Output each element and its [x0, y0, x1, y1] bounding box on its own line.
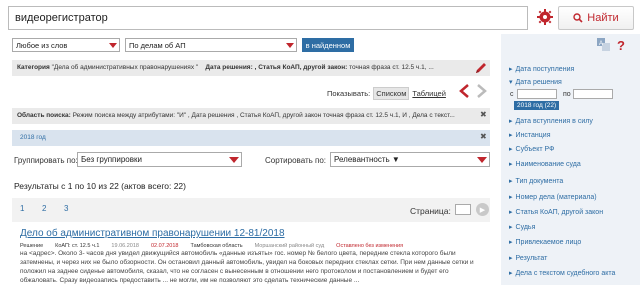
sorting-label: Сортировать по:	[265, 156, 327, 165]
sidebar-item-court-name[interactable]: ▸ Наименование суда	[509, 160, 581, 169]
date-from-input[interactable]	[517, 89, 557, 99]
view-mode-label: Показывать:	[327, 89, 371, 98]
page-link-3[interactable]: 3	[64, 204, 68, 213]
gear-icon[interactable]	[537, 9, 553, 25]
chevron-down-icon	[229, 157, 239, 163]
page-number-label: Страница:	[410, 206, 451, 216]
sidebar-item-case-number[interactable]: ▸ Номер дела (материала)	[509, 193, 597, 202]
chevron-right-icon: ▸	[509, 178, 513, 185]
year-facet-chip[interactable]: 2018 год (22)	[514, 101, 560, 110]
chevron-right-icon: ▸	[509, 255, 513, 262]
page-link-1[interactable]: 1	[20, 204, 24, 213]
grouping-value: Без группировки	[81, 155, 142, 164]
svg-text:A: A	[599, 41, 603, 47]
date-label: Дата решения:	[205, 64, 253, 71]
sidebar-item-with-text[interactable]: ▸ Дела с текстом судебного акта	[509, 269, 616, 278]
search-scope-value: По делам об АП	[129, 41, 186, 50]
svg-text:?: ?	[617, 38, 625, 52]
find-button-label: Найти	[587, 12, 619, 24]
page-go-button[interactable]: ▶	[476, 203, 489, 216]
date-to-input[interactable]	[573, 89, 613, 99]
category-filter-row: Категория "Дела об административных прав…	[12, 60, 490, 76]
date-to-label: по	[563, 91, 571, 98]
search-area-label: Область поиска:	[17, 112, 71, 119]
sidebar-item-label: Дата вступления в силу	[515, 117, 593, 125]
sidebar-item-label: Судья	[515, 223, 536, 231]
sidebar-item-label: Инстанция	[515, 131, 551, 139]
sorting-select[interactable]: Релевантность ▼	[330, 152, 490, 167]
category-label: Категория	[17, 64, 50, 71]
close-icon[interactable]: ✖	[480, 132, 487, 141]
page-number-input[interactable]	[455, 204, 471, 215]
close-icon[interactable]: ✖	[480, 110, 487, 119]
chevron-right-icon: ▸	[509, 194, 513, 201]
chevron-right-icon: ▸	[509, 209, 513, 216]
help-icon[interactable]: ?	[616, 38, 626, 52]
arrow-left-icon[interactable]	[459, 84, 471, 98]
find-button[interactable]: Найти	[558, 6, 634, 30]
chevron-right-icon: ▸	[509, 118, 513, 125]
sidebar-item-judge[interactable]: ▸ Судья	[509, 223, 536, 232]
chevron-right-icon: ▸	[509, 161, 513, 168]
sorting-value: Релевантность ▼	[334, 155, 400, 164]
sidebar-item-effective-date[interactable]: ▸ Дата вступления в силу	[509, 117, 593, 126]
search-scope-select[interactable]: По делам об АП	[125, 38, 297, 52]
search-input[interactable]: видеорегистратор	[8, 6, 528, 30]
grouping-select[interactable]: Без группировки	[77, 152, 242, 167]
law-value: точная фраза ст. 12.5 ч.1, ...	[349, 64, 434, 71]
sidebar-item-receipt-date[interactable]: ▸ Дата поступления	[509, 65, 575, 74]
sidebar-item-label: Дата поступления	[515, 65, 575, 73]
sidebar-item-label: Тип документа	[515, 177, 564, 185]
view-table-button[interactable]: Таблицей	[412, 89, 446, 98]
search-area-value: Режим поиска между атрибутами: "И" , Дат…	[72, 112, 455, 119]
pencil-icon[interactable]	[474, 61, 488, 75]
chevron-right-icon: ▸	[509, 132, 513, 139]
sidebar-item-result[interactable]: ▸ Результат	[509, 254, 548, 263]
translate-icon[interactable]: A	[597, 38, 610, 51]
sidebar-item-label: Номер дела (материала)	[515, 193, 597, 201]
sidebar-item-person[interactable]: ▸ Привлекаемое лицо	[509, 238, 582, 247]
sidebar-item-label: Субъект РФ	[515, 145, 555, 153]
sidebar-item-region[interactable]: ▸ Субъект РФ	[509, 145, 555, 154]
arrow-right-icon[interactable]	[475, 84, 487, 98]
result-title-link[interactable]: Дело об административном правонарушении …	[20, 228, 285, 239]
search-icon	[573, 13, 583, 23]
sidebar-item-label: Наименование суда	[515, 160, 581, 168]
sidebar-item-label: Статья КоАП, другой закон	[515, 208, 604, 216]
chevron-right-icon: ▸	[509, 239, 513, 246]
sidebar-item-article[interactable]: ▸ Статья КоАП, другой закон	[509, 208, 604, 217]
sidebar-item-document-type[interactable]: ▸ Тип документа	[509, 177, 564, 186]
grouping-label: Группировать по:	[14, 156, 78, 165]
chevron-right-icon: ▸	[509, 146, 513, 153]
law-label: , Статья КоАП, другой закон:	[254, 64, 348, 71]
sidebar-item-label: Дела с текстом судебного акта	[515, 269, 616, 277]
year-filter-value: 2018 год	[20, 134, 46, 141]
sidebar-item-instance[interactable]: ▸ Инстанция	[509, 131, 551, 140]
view-mode-row: Показывать: Списком Таблицей	[327, 87, 446, 100]
sidebar-item-decision-date[interactable]: ▾ Дата решения	[509, 78, 562, 87]
result-snippet: на <адрес>. Около 3- часов дня увидел дв…	[20, 250, 474, 284]
date-from-label: с	[510, 91, 514, 98]
sidebar-item-label: Привлекаемое лицо	[515, 238, 582, 246]
sidebar-item-label: Результат	[515, 254, 548, 262]
chevron-right-icon: ▸	[509, 270, 513, 277]
sidebar-item-label: Дата решения	[515, 78, 562, 86]
chevron-down-icon	[286, 43, 294, 48]
results-count: Результаты с 1 по 10 из 22 (актов всего:…	[14, 181, 186, 191]
search-mode-value: Любое из слов	[16, 41, 68, 50]
page-link-2[interactable]: 2	[42, 204, 46, 213]
sidebar-tools: A ?	[597, 38, 626, 52]
chevron-down-icon	[477, 157, 487, 163]
chevron-down-icon: ▾	[509, 79, 513, 86]
category-value: "Дела об административных правонарушения…	[51, 64, 199, 71]
chevron-down-icon	[109, 43, 117, 48]
search-mode-select[interactable]: Любое из слов	[12, 38, 120, 52]
view-list-button[interactable]: Списком	[373, 87, 410, 100]
year-filter-row: 2018 год	[12, 130, 490, 146]
search-in-found-button[interactable]: в найденном	[302, 38, 354, 52]
chevron-right-icon: ▸	[509, 66, 513, 73]
chevron-right-icon: ▸	[509, 224, 513, 231]
search-area-row: Область поиска: Режим поиска между атриб…	[12, 108, 490, 124]
